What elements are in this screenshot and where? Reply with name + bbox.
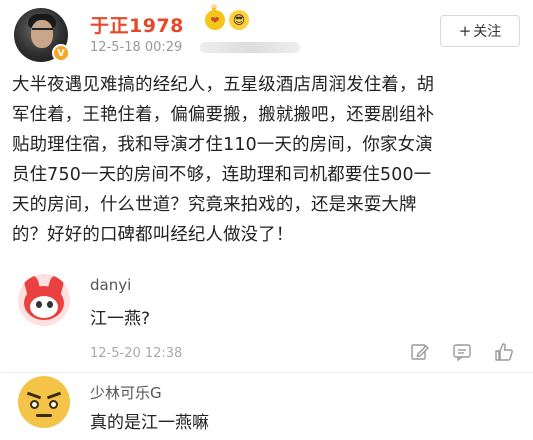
comment-list: danyi 江一燕? 12-5-20 12:38 少林可乐G 真的是江一燕嘛 — [0, 262, 533, 440]
comment-author[interactable]: danyi — [90, 276, 131, 294]
comment-text: 江一燕? — [90, 309, 151, 329]
plus-icon: + — [458, 22, 472, 40]
comment-icon[interactable] — [452, 342, 472, 362]
post-body-line: 天的房间，什么世道？究竟来拍戏的，还是来耍大牌 — [12, 195, 417, 215]
verified-badge-icon: V — [52, 44, 70, 62]
level-icon[interactable]: ♛ ❤ — [205, 4, 225, 30]
author-name[interactable]: 于正1978 — [90, 11, 184, 38]
emoji-eye-left — [30, 400, 39, 409]
avatar-glasses — [32, 28, 53, 33]
emoji-brow-right — [46, 391, 62, 400]
post-source-blurred — [200, 42, 300, 53]
vip-emoji-icon[interactable]: 😎 — [229, 10, 249, 30]
comment-actions — [410, 342, 514, 362]
post-header: V 于正1978 ♛ ❤ 😎 12-5-18 00:29 + 关注 — [0, 0, 533, 64]
post-body-line: 的？好好的口碑都叫经纪人做没了！ — [12, 225, 294, 245]
emoji-mouth — [36, 414, 52, 417]
comment-time: 12-5-20 12:38 — [90, 346, 183, 361]
crown-icon: ♛ — [210, 4, 219, 14]
post-body-line: 军住着，王艳住着，偏偏要搬，搬就搬吧，还要剧组补 — [12, 105, 435, 125]
like-icon[interactable] — [494, 342, 514, 362]
fox-avatar[interactable] — [18, 274, 70, 326]
comment-item: 少林可乐G 真的是江一燕嘛 — [0, 372, 533, 440]
comment-item: danyi 江一燕? 12-5-20 12:38 — [0, 262, 533, 372]
comment-author[interactable]: 少林可乐G — [90, 382, 162, 403]
post-body-line: 贴助理住宿，我和导演才住110一天的房间，你家女演 — [12, 135, 433, 155]
follow-button[interactable]: + 关注 — [440, 15, 520, 47]
emoji-eye-right — [49, 400, 58, 409]
comment-text: 真的是江一燕嘛 — [90, 413, 209, 433]
post-time: 12-5-18 00:29 — [90, 40, 183, 55]
avatar-face — [31, 20, 53, 48]
follow-label: 关注 — [473, 24, 502, 40]
angry-emoji-avatar[interactable] — [18, 376, 70, 428]
level-mark: ❤ — [210, 13, 220, 27]
post-body: 大半夜遇见难搞的经纪人，五星级酒店周润发住着，胡 军住着，王艳住着，偏偏要搬，搬… — [12, 70, 522, 250]
edit-icon[interactable] — [410, 342, 430, 362]
fox-eye-left — [36, 301, 42, 308]
fox-eye-right — [47, 301, 53, 308]
post-body-line: 大半夜遇见难搞的经纪人，五星级酒店周润发住着，胡 — [12, 75, 435, 95]
fox-face — [30, 296, 58, 318]
post-body-line: 员住750一天的房间不够，连助理和司机都要住500一 — [12, 165, 432, 185]
emoji-brow-left — [26, 391, 42, 400]
